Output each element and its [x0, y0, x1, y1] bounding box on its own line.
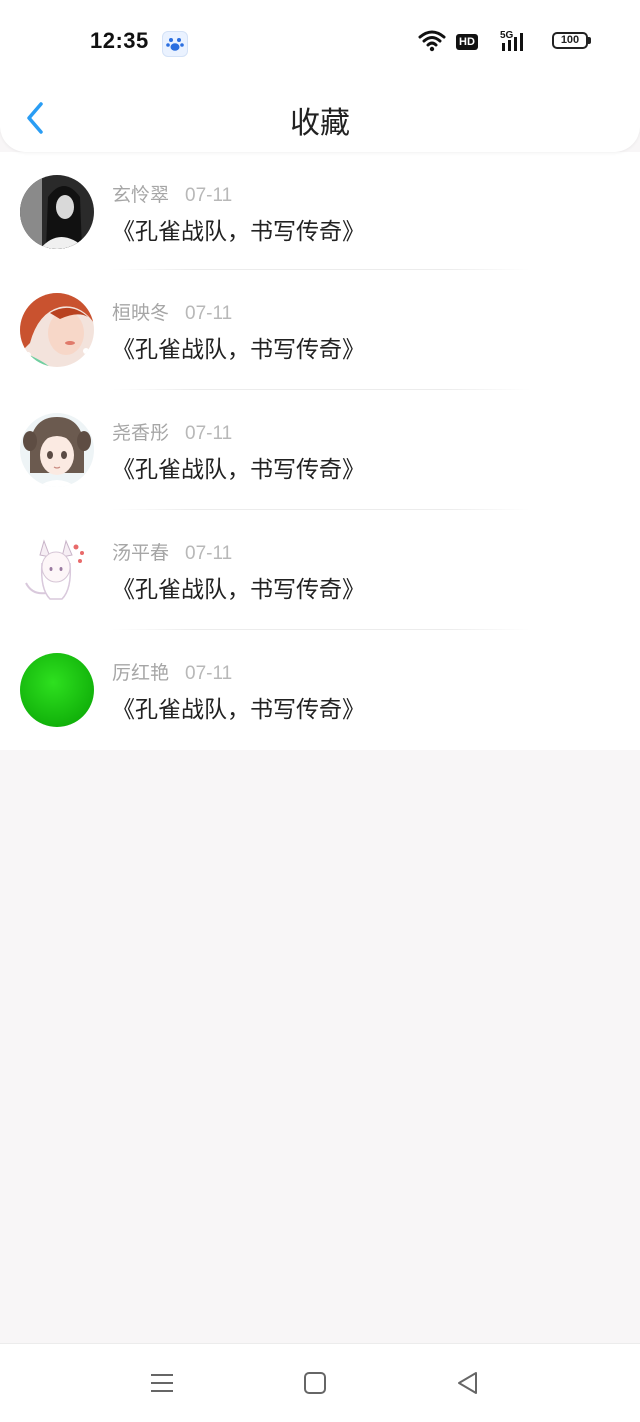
post-date: 07-11 — [185, 423, 233, 444]
network-label: 5G — [500, 30, 514, 41]
post-title: 《孔雀战队，书写传奇》 — [112, 337, 365, 363]
post-title: 《孔雀战队，书写传奇》 — [112, 577, 365, 603]
post-title: 《孔雀战队，书写传奇》 — [112, 697, 365, 723]
item-meta: 厉红艳 07-11 — [112, 658, 232, 685]
favorite-item[interactable]: 厉红艳 07-11 《孔雀战队，书写传奇》 — [0, 630, 640, 750]
post-date: 07-11 — [185, 543, 233, 564]
item-meta: 桓映冬 07-11 — [112, 298, 232, 325]
post-title: 《孔雀战队，书写传奇》 — [112, 219, 365, 245]
battery-indicator: 100 — [552, 32, 591, 49]
back-triangle-icon — [458, 1372, 477, 1394]
author-name: 桓映冬 — [112, 302, 170, 324]
system-back-button[interactable] — [453, 1368, 483, 1398]
item-meta: 玄怜翠 07-11 — [112, 180, 232, 207]
home-button[interactable] — [300, 1368, 330, 1398]
avatar — [20, 413, 94, 487]
author-name: 汤平春 — [112, 542, 170, 564]
page-title: 收藏 — [290, 106, 350, 141]
grayscale-photo-avatar-icon — [20, 175, 94, 249]
author-name: 尧香彤 — [112, 422, 170, 444]
post-title: 《孔雀战队，书写传奇》 — [112, 457, 365, 483]
baidu-app-icon — [162, 31, 188, 57]
red-hair-portrait-avatar-icon — [20, 293, 94, 367]
system-navigation-bar — [0, 1343, 640, 1422]
menu-icon — [151, 1374, 173, 1392]
avatar — [20, 653, 94, 727]
favorite-item[interactable]: 桓映冬 07-11 《孔雀战队，书写传奇》 — [0, 270, 640, 390]
fox-girl-sketch-avatar-icon — [20, 533, 94, 607]
home-square-icon — [304, 1372, 326, 1394]
post-date: 07-11 — [185, 185, 233, 206]
post-date: 07-11 — [185, 663, 233, 684]
status-bar: 12:35 HD 5G 100 — [0, 0, 640, 86]
avatar — [20, 533, 94, 607]
green-circle-avatar-icon — [20, 653, 94, 727]
signal-icon: 5G — [500, 29, 530, 57]
nav-bar: 收藏 — [0, 86, 640, 152]
item-meta: 汤平春 07-11 — [112, 538, 232, 565]
hd-badge: HD — [456, 34, 478, 50]
item-meta: 尧香彤 07-11 — [112, 418, 232, 445]
header: 12:35 HD 5G 100 收藏 — [0, 0, 640, 152]
anime-girl-avatar-icon — [20, 413, 94, 487]
favorites-list: 玄怜翠 07-11 《孔雀战队，书写传奇》 桓映冬 07-11 《孔雀战队，书写传奇… — [0, 152, 640, 750]
status-time: 12:35 — [90, 28, 149, 53]
favorite-item[interactable]: 玄怜翠 07-11 《孔雀战队，书写传奇》 — [0, 152, 640, 270]
avatar — [20, 293, 94, 367]
wifi-icon — [418, 29, 446, 57]
avatar — [20, 175, 94, 249]
favorite-item[interactable]: 汤平春 07-11 《孔雀战队，书写传奇》 — [0, 510, 640, 630]
author-name: 厉红艳 — [112, 662, 170, 684]
favorite-item[interactable]: 尧香彤 07-11 《孔雀战队，书写传奇》 — [0, 390, 640, 510]
status-icons: HD 5G 100 — [388, 29, 591, 57]
author-name: 玄怜翠 — [112, 184, 170, 206]
post-date: 07-11 — [185, 303, 233, 324]
menu-button[interactable] — [147, 1368, 177, 1398]
